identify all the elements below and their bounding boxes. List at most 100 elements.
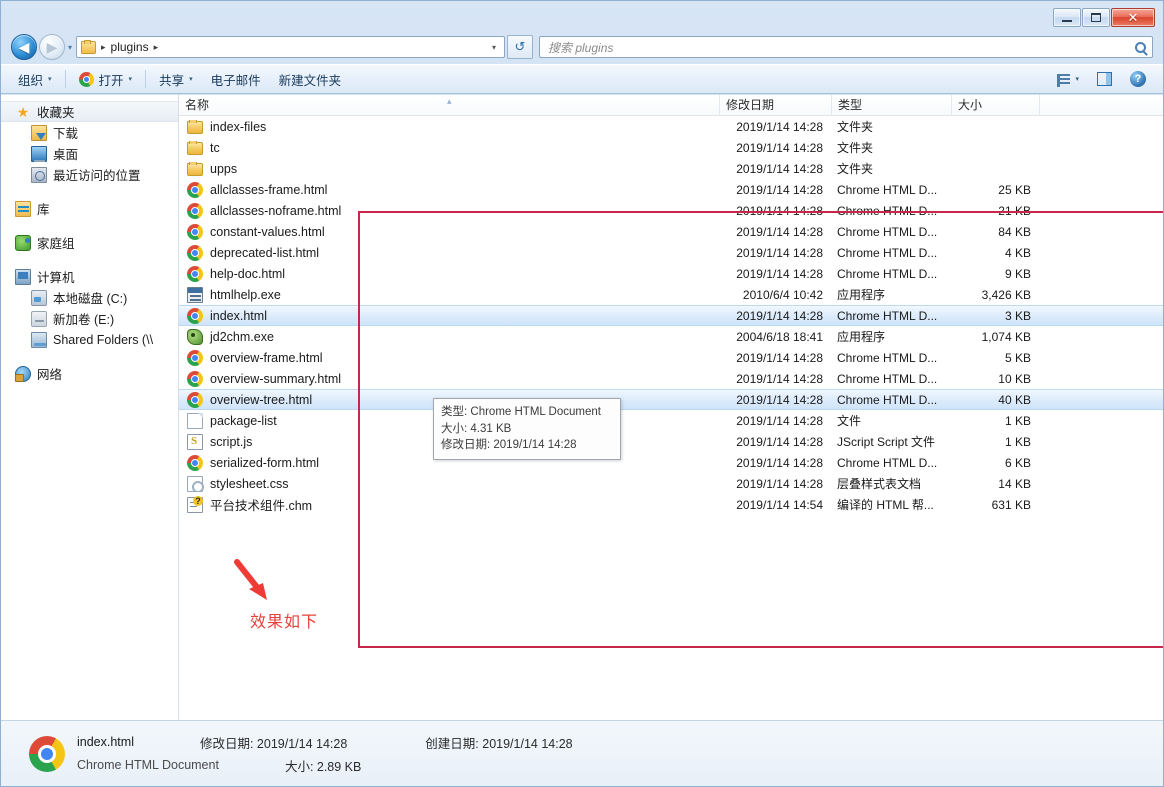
- column-header-size[interactable]: 大小: [951, 95, 1039, 115]
- shared-folder-icon: [31, 331, 47, 348]
- file-type-cell: 编译的 HTML 帮...: [837, 498, 934, 512]
- file-name-cell[interactable]: htmlhelp.exe: [179, 286, 719, 303]
- status-file-size: 大小: 2.89 KB: [284, 759, 362, 774]
- folder-icon: [187, 161, 203, 176]
- file-size-cell: 6 KB: [1004, 455, 1031, 470]
- navigation-pane[interactable]: ★ 收藏夹 下载 桌面 最近访问的位置 库 家庭组 计算机 本地磁盘 (C:) …: [1, 95, 179, 720]
- table-row[interactable]: upps 2019/1/14 14:28 文件夹: [179, 158, 1163, 179]
- breadcrumb-plugins[interactable]: plugins: [111, 40, 149, 54]
- file-name-cell[interactable]: allclasses-noframe.html: [179, 202, 719, 219]
- chrome-icon: [187, 265, 203, 282]
- file-name-cell[interactable]: index.html: [179, 307, 719, 324]
- sidebar-item-shared-folders[interactable]: Shared Folders (\\: [1, 329, 178, 350]
- close-button[interactable]: ✕: [1111, 8, 1155, 27]
- snake-application-icon: [187, 328, 203, 345]
- table-row[interactable]: allclasses-noframe.html 2019/1/14 14:28 Ch…: [179, 200, 1163, 221]
- sidebar-item-local-disk-c[interactable]: 本地磁盘 (C:): [1, 287, 178, 308]
- table-row[interactable]: package-list 2019/1/14 14:28 文件 1 KB: [179, 410, 1163, 431]
- sidebar-item-network[interactable]: 网络: [1, 363, 178, 384]
- sidebar-item-desktop[interactable]: 桌面: [1, 143, 178, 164]
- generic-file-icon: [187, 412, 203, 429]
- sidebar-item-libraries[interactable]: 库: [1, 198, 178, 219]
- file-name-cell[interactable]: allclasses-frame.html: [179, 181, 719, 198]
- annotation-arrow-icon: [234, 559, 267, 600]
- file-name-cell[interactable]: 平台技术组件.chm: [179, 495, 719, 514]
- css-icon: [187, 475, 204, 492]
- refresh-button[interactable]: ↺: [507, 35, 533, 59]
- table-row[interactable]: overview-frame.html 2019/1/14 14:28 Chrome…: [179, 347, 1163, 368]
- status-bar: index.html 修改日期: 2019/1/14 14:28 创建日期: 2…: [1, 720, 1163, 786]
- table-row[interactable]: htmlhelp.exe 2010/6/4 10:42 应用程序 3,426 KB: [179, 284, 1163, 305]
- chevron-down-icon[interactable]: ▾: [486, 43, 502, 52]
- minimize-button[interactable]: [1053, 8, 1081, 27]
- table-row[interactable]: serialized-form.html 2019/1/14 14:28 Chrom…: [179, 452, 1163, 473]
- file-name-cell[interactable]: jd2chm.exe: [179, 328, 719, 345]
- sidebar-item-downloads[interactable]: 下载: [1, 122, 178, 143]
- file-name-cell[interactable]: deprecated-list.html: [179, 244, 719, 261]
- open-button[interactable]: 打开 ▾: [70, 67, 142, 92]
- file-name-cell[interactable]: upps: [179, 161, 719, 176]
- file-date-cell: 2019/1/14 14:28: [736, 455, 823, 470]
- file-list-pane[interactable]: 名称 ▴ 修改日期 类型 大小 index-files 2019/1/14 14:…: [179, 95, 1163, 720]
- table-row[interactable]: constant-values.html 2019/1/14 14:28 Chrom…: [179, 221, 1163, 242]
- table-row[interactable]: script.js 2019/1/14 14:28 JScript Script 文…: [179, 431, 1163, 452]
- sidebar-item-new-volume-e[interactable]: 新加卷 (E:): [1, 308, 178, 329]
- table-row[interactable]: allclasses-frame.html 2019/1/14 14:28 Chro…: [179, 179, 1163, 200]
- chrome-icon: [187, 370, 203, 387]
- help-button[interactable]: ?: [1121, 68, 1155, 90]
- file-date-cell: 2019/1/14 14:28: [736, 350, 823, 365]
- maximize-button[interactable]: [1082, 8, 1110, 27]
- preview-pane-icon: [1097, 72, 1112, 86]
- organize-button[interactable]: 组织 ▾: [9, 67, 61, 92]
- sidebar-item-computer[interactable]: 计算机: [1, 266, 178, 287]
- address-breadcrumb-bar[interactable]: ▸ plugins ▸ ▾: [76, 36, 505, 58]
- command-separator: [64, 70, 66, 88]
- sidebar-item-label: 网络: [37, 368, 63, 382]
- file-name-label: script.js: [210, 434, 253, 449]
- maximize-icon: [1091, 13, 1101, 22]
- sidebar-item-homegroup[interactable]: 家庭组: [1, 232, 178, 253]
- file-name-label: overview-frame.html: [210, 350, 323, 365]
- file-name-label: overview-summary.html: [210, 371, 342, 386]
- chevron-down-icon: ▾: [48, 76, 52, 83]
- file-name-cell[interactable]: index-files: [179, 119, 719, 134]
- file-name-cell[interactable]: overview-frame.html: [179, 349, 719, 366]
- table-row[interactable]: overview-summary.html 2019/1/14 14:28 Chro…: [179, 368, 1163, 389]
- column-header-date-label: 修改日期: [726, 98, 775, 112]
- new-folder-label: 新建文件夹: [278, 73, 342, 88]
- preview-pane-button[interactable]: [1088, 69, 1121, 89]
- sidebar-item-recent-places[interactable]: 最近访问的位置: [1, 164, 178, 185]
- table-row[interactable]: jd2chm.exe 2004/6/18 18:41 应用程序 1,074 KB: [179, 326, 1163, 347]
- table-row[interactable]: deprecated-list.html 2019/1/14 14:28 Chrom…: [179, 242, 1163, 263]
- file-date-cell: 2019/1/14 14:28: [736, 308, 823, 323]
- search-box[interactable]: 搜索 plugins: [539, 36, 1153, 58]
- email-button[interactable]: 电子邮件: [202, 67, 270, 92]
- sidebar-item-favorites[interactable]: ★ 收藏夹: [1, 101, 178, 122]
- table-row[interactable]: index.html 2019/1/14 14:28 Chrome HTML D..…: [179, 305, 1163, 326]
- forward-button[interactable]: ▶: [39, 34, 65, 60]
- file-name-cell[interactable]: overview-summary.html: [179, 370, 719, 387]
- table-row[interactable]: 平台技术组件.chm 2019/1/14 14:54 编译的 HTML 帮... 63…: [179, 494, 1163, 515]
- file-name-cell[interactable]: stylesheet.css: [179, 475, 719, 492]
- file-type-cell: Chrome HTML D...: [837, 182, 938, 197]
- table-row[interactable]: overview-tree.html 2019/1/14 14:28 Chrome …: [179, 389, 1163, 410]
- column-header-type[interactable]: 类型: [831, 95, 951, 115]
- table-row[interactable]: tc 2019/1/14 14:28 文件夹: [179, 137, 1163, 158]
- history-dropdown-icon[interactable]: ▾: [68, 43, 72, 52]
- breadcrumb-separator-2[interactable]: ▸: [154, 42, 159, 53]
- sidebar-item-label: 库: [37, 203, 50, 217]
- new-folder-button[interactable]: 新建文件夹: [270, 67, 351, 92]
- column-header-date[interactable]: 修改日期: [719, 95, 831, 115]
- table-row[interactable]: index-files 2019/1/14 14:28 文件夹: [179, 116, 1163, 137]
- column-header-name[interactable]: 名称 ▴: [179, 95, 719, 115]
- file-name-label: overview-tree.html: [210, 392, 313, 407]
- change-view-button[interactable]: ▾: [1048, 71, 1088, 87]
- table-row[interactable]: help-doc.html 2019/1/14 14:28 Chrome HTML …: [179, 263, 1163, 284]
- file-name-cell[interactable]: tc: [179, 140, 719, 155]
- file-type-cell: 文件夹: [837, 120, 874, 134]
- file-name-cell[interactable]: help-doc.html: [179, 265, 719, 282]
- file-name-cell[interactable]: constant-values.html: [179, 223, 719, 240]
- table-row[interactable]: stylesheet.css 2019/1/14 14:28 层叠样式表文档 14 K…: [179, 473, 1163, 494]
- back-button[interactable]: ◀: [11, 34, 37, 60]
- share-button[interactable]: 共享 ▾: [150, 67, 202, 92]
